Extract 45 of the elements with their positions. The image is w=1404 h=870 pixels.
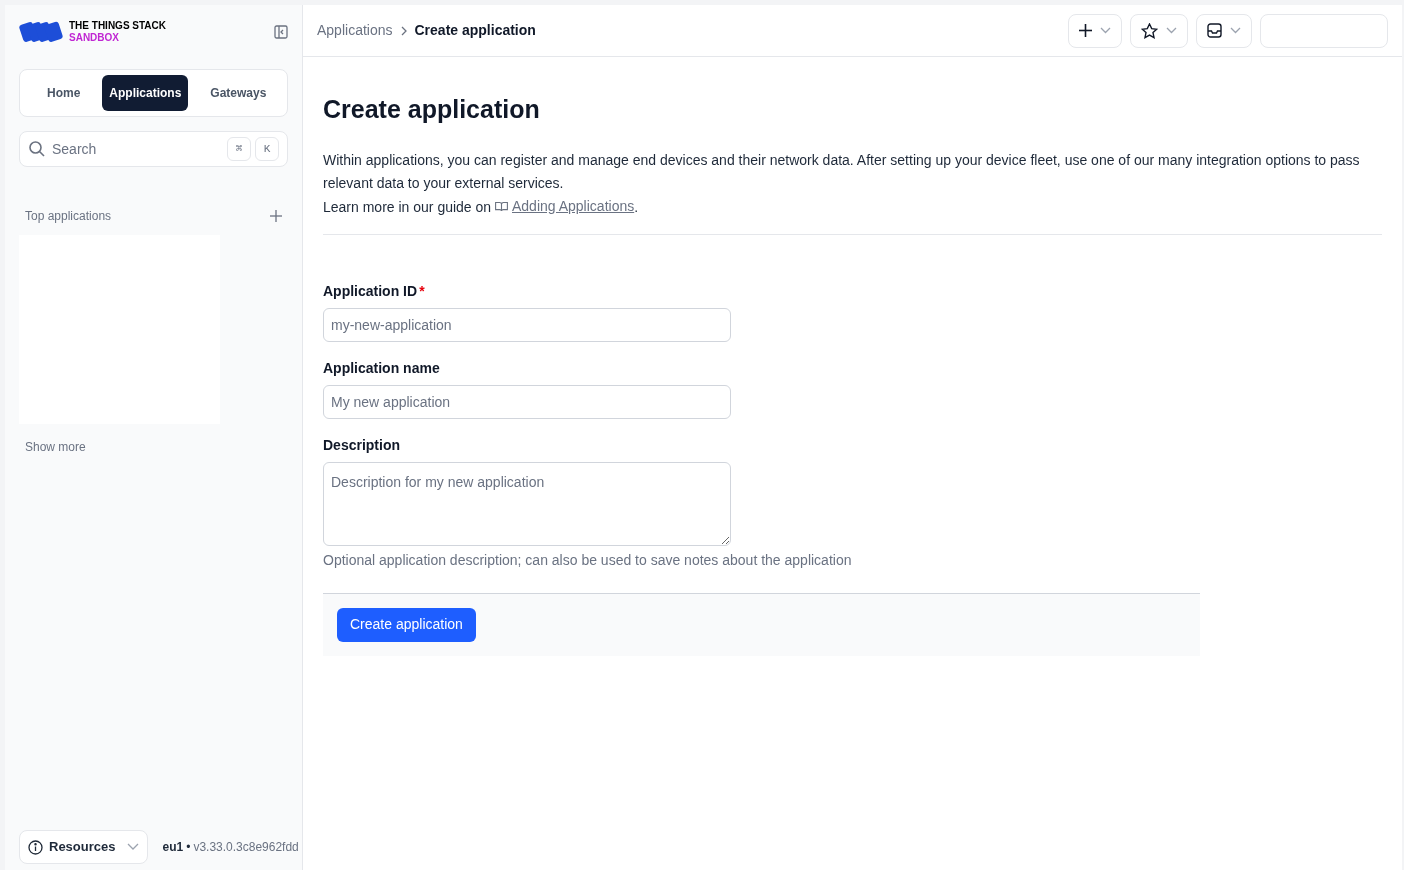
nav-tab[interactable]: Gateways [188, 75, 289, 111]
resources-button[interactable]: Resources [19, 830, 149, 864]
field-label: Application ID* [323, 281, 426, 301]
field-hint: Optional application description; can also be used to save notes about the application [323, 550, 852, 570]
star-icon [1141, 22, 1158, 39]
field-label: Application name [323, 358, 441, 378]
region-label: eu1 [162, 839, 184, 856]
book-icon [495, 200, 508, 212]
brand-edition: SANDBOX [69, 33, 120, 43]
inbox-icon [1207, 23, 1222, 38]
chevron-down-icon [1100, 27, 1111, 34]
shortcut-key: ⌘ [227, 137, 251, 161]
search-input[interactable]: Search [52, 138, 221, 160]
brand-name: THE THINGS STACK [69, 21, 167, 31]
search-bar[interactable]: Search ⌘ K [19, 131, 288, 167]
required-mark: * [419, 282, 425, 299]
chevron-down-icon [127, 843, 140, 851]
bookmarks-menu-button[interactable] [1130, 13, 1188, 48]
version-label: v3.33.0.3c8e962fdd [193, 839, 299, 856]
input-field[interactable]: my-new-application [323, 307, 731, 342]
chevron-down-icon [1166, 27, 1177, 34]
show-more-link[interactable]: Show more [19, 438, 92, 456]
logo-icon [19, 21, 63, 43]
inbox-menu-button[interactable] [1196, 13, 1252, 48]
chevron-down-icon [1230, 27, 1241, 34]
page-title: Create application [323, 94, 541, 125]
nav-tab[interactable]: Home [25, 75, 103, 111]
field-label: Description [323, 435, 401, 455]
shortcut-key: K [255, 137, 279, 161]
separator: • [186, 839, 191, 856]
sidebar-collapse-icon[interactable] [274, 25, 288, 39]
plus-icon [1079, 24, 1092, 37]
section-heading: Top applications [25, 208, 112, 225]
intro-paragraph: Within applications, you can register and manage end devices and their network data. After setting up your device fleet, use one of our many integration options to pass relevant data to your external services. [323, 150, 1361, 193]
guide-sentence: Learn more in our guide on Adding Applications. [323, 194, 1382, 219]
nav-tab[interactable]: Applications [102, 75, 189, 111]
add-icon[interactable] [270, 210, 282, 222]
breadcrumb: Create application [414, 21, 536, 40]
search-icon [28, 140, 46, 158]
chevron-right-icon [400, 25, 407, 36]
create-application-button[interactable]: Create application [337, 607, 476, 642]
info-icon [28, 839, 43, 855]
input-field[interactable]: My new application [323, 384, 731, 419]
breadcrumb[interactable]: Applications [317, 20, 393, 41]
description-field[interactable]: Description for my new application [323, 461, 731, 546]
